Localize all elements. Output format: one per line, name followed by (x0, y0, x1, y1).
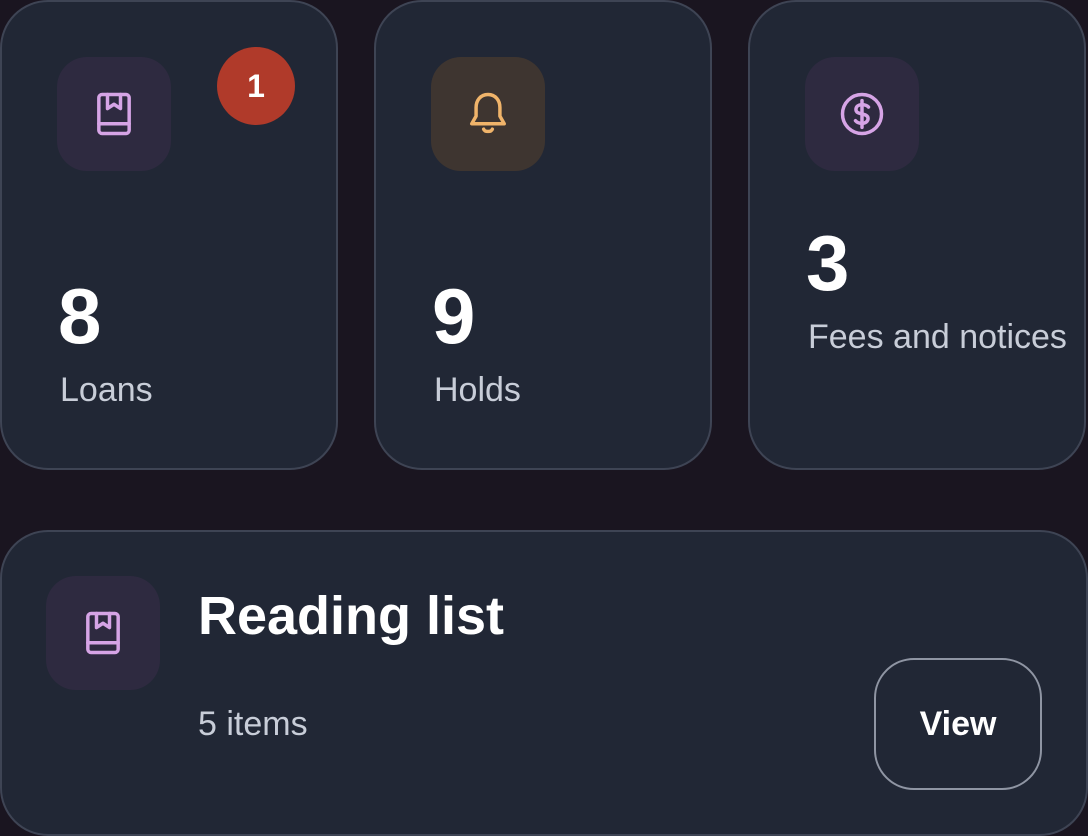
bell-icon (470, 92, 506, 134)
notification-badge: 1 (217, 47, 295, 125)
loans-icon-tile (57, 57, 171, 171)
reading-list-count: 5 items (198, 705, 308, 743)
book-icon (97, 92, 131, 136)
loans-card[interactable]: 1 8 Loans (0, 0, 338, 470)
reading-list-title: Reading list (198, 586, 505, 646)
fees-icon-tile (805, 57, 919, 171)
loans-count: 8 (58, 272, 102, 360)
reading-list-icon-tile (46, 576, 160, 690)
dollar-circle-icon (840, 92, 884, 136)
view-button[interactable]: View (874, 658, 1042, 790)
fees-card[interactable]: 3 Fees and notices (748, 0, 1086, 470)
fees-label: Fees and notices (808, 318, 1067, 356)
holds-icon-tile (431, 57, 545, 171)
reading-list-card: Reading list 5 items View (0, 530, 1088, 836)
loans-label: Loans (60, 371, 153, 409)
holds-count: 9 (432, 272, 476, 360)
holds-card[interactable]: 9 Holds (374, 0, 712, 470)
book-icon (86, 611, 120, 655)
holds-label: Holds (434, 371, 521, 409)
fees-count: 3 (806, 219, 850, 307)
